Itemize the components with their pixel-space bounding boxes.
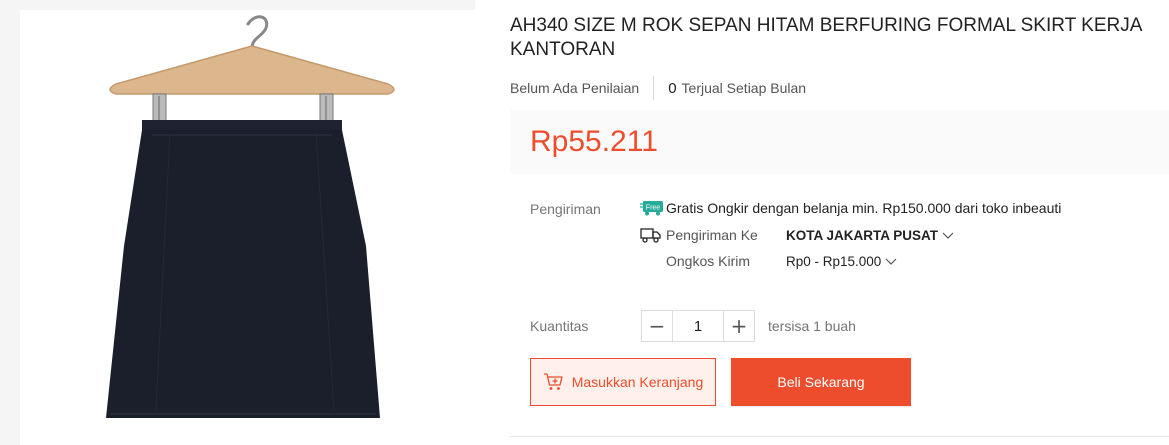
divider [653, 76, 655, 100]
quantity-stepper: − + [641, 310, 755, 342]
no-rating-text: Belum Ada Penilaian [510, 80, 640, 96]
free-shipping-row: Free Gratis Ongkir dengan belanja min. R… [640, 200, 1061, 216]
decrement-button[interactable]: − [642, 311, 672, 341]
sold-label: Terjual Setiap Bulan [681, 80, 807, 96]
cart-add-icon [543, 373, 563, 391]
free-badge-text: Free [646, 205, 661, 212]
chevron-down-icon [885, 253, 897, 269]
increment-button[interactable]: + [724, 311, 754, 341]
truck-icon [640, 227, 666, 243]
add-to-cart-label: Masukkan Keranjang [571, 374, 704, 390]
quantity-input[interactable] [672, 311, 724, 341]
product-image[interactable] [20, 10, 475, 445]
ship-to-selector[interactable]: KOTA JAKARTA PUSAT [786, 227, 954, 243]
product-gallery [0, 0, 475, 445]
ship-to-value: KOTA JAKARTA PUSAT [786, 227, 938, 243]
skirt-illustration [106, 15, 395, 418]
sold-count: 0 [668, 79, 677, 97]
add-to-cart-button[interactable]: Masukkan Keranjang [530, 358, 716, 406]
ship-to-label: Pengiriman Ke [666, 227, 758, 243]
product-info: AH340 SIZE M ROK SEPAN HITAM BERFURING F… [510, 0, 1169, 445]
shipping-cost-label: Ongkos Kirim [666, 253, 751, 269]
price-box: Rp55.211 [510, 110, 1169, 174]
product-title: AH340 SIZE M ROK SEPAN HITAM BERFURING F… [510, 15, 1142, 60]
free-shipping-text: Gratis Ongkir dengan belanja min. Rp150.… [666, 200, 1062, 216]
chevron-down-icon [942, 227, 954, 243]
buy-now-button[interactable]: Beli Sekarang [731, 358, 911, 406]
product-price: Rp55.211 [530, 125, 658, 158]
stock-text: tersisa 1 buah [768, 318, 856, 334]
shipping-cost-selector[interactable]: Rp0 - Rp15.000 [786, 253, 897, 269]
quantity-label: Kuantitas [530, 318, 589, 334]
shipping-label: Pengiriman [530, 201, 601, 217]
shipping-cost-value: Rp0 - Rp15.000 [786, 253, 882, 269]
shipping-cost-row: Ongkos Kirim Rp0 - Rp15.000 [640, 253, 897, 269]
rating-row: Belum Ada Penilaian 0 Terjual Setiap Bul… [510, 75, 806, 101]
section-divider [510, 436, 1169, 437]
ship-to-row: Pengiriman Ke KOTA JAKARTA PUSAT [640, 227, 954, 243]
free-shipping-icon: Free [640, 200, 666, 216]
